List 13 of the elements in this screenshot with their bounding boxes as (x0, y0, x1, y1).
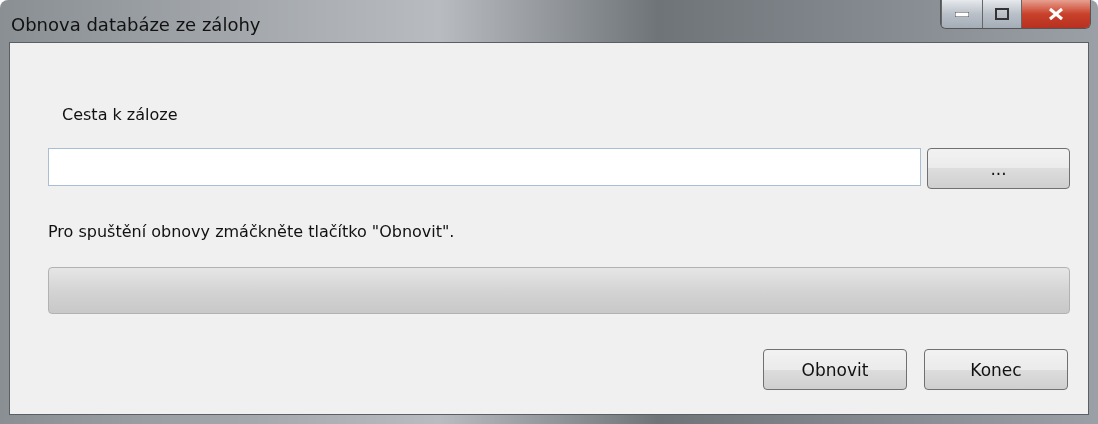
minimize-button[interactable] (941, 0, 982, 28)
close-dialog-button[interactable]: Konec (924, 349, 1068, 390)
path-field[interactable] (48, 148, 921, 186)
restore-button[interactable]: Obnovit (763, 349, 907, 390)
minimize-icon (955, 11, 969, 17)
window-title: Obnova databáze ze zálohy (11, 13, 261, 35)
close-button[interactable] (1021, 0, 1090, 28)
maximize-icon (995, 8, 1009, 20)
path-label: Cesta k záloze (62, 105, 179, 124)
browse-button[interactable]: ... (927, 148, 1070, 189)
close-icon (1048, 7, 1064, 21)
status-text: Pro spuštění obnovy zmáčkněte tlačítko "Obnovit". (48, 222, 456, 241)
maximize-button[interactable] (982, 0, 1021, 28)
